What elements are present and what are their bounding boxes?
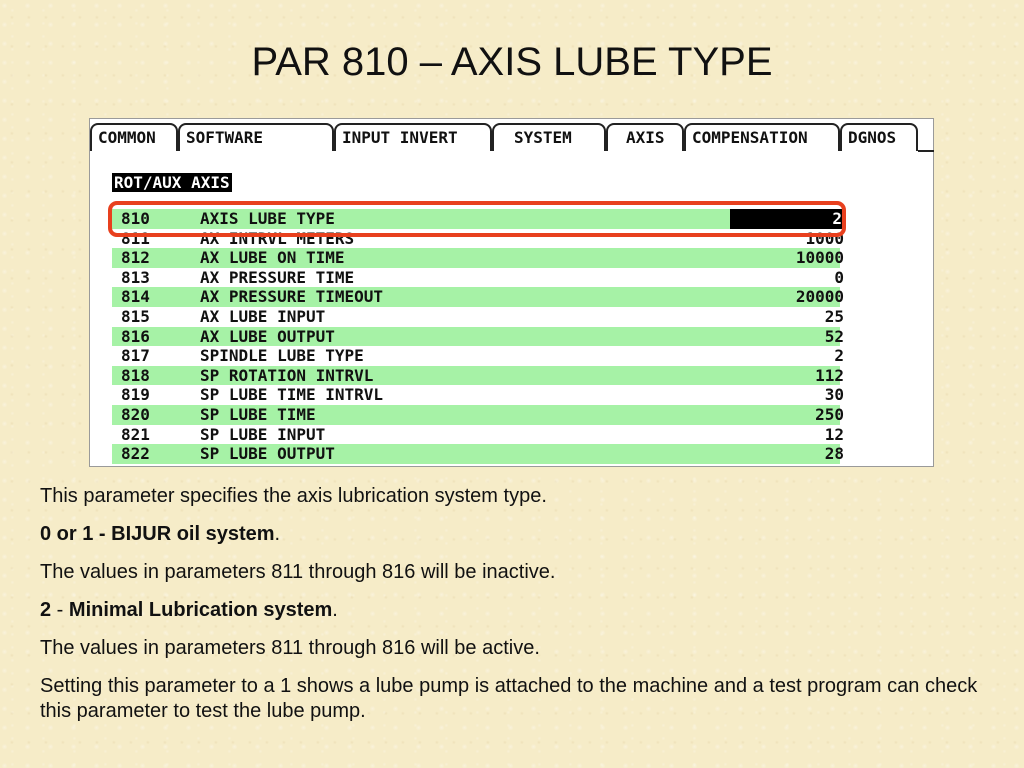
parameter-number: 817 (121, 346, 150, 366)
parameter-value: 2 (834, 346, 844, 366)
option-bijur-end: . (274, 523, 281, 545)
parameter-row-812[interactable]: 812 AX LUBE ON TIME 10000 (112, 248, 844, 268)
tab-system[interactable]: SYSTEM (492, 123, 606, 151)
parameter-row-819[interactable]: 819 SP LUBE TIME INTRVL 30 (112, 385, 844, 405)
description-line: The values in parameters 811 through 816… (40, 637, 540, 659)
section-label: ROT/AUX AXIS (112, 173, 232, 192)
control-screen: COMMON SOFTWARE INPUT INVERT SYSTEM AXIS… (89, 118, 934, 467)
parameter-value: 25 (824, 306, 844, 326)
parameter-value: 10000 (795, 248, 844, 268)
parameter-value: 28 (824, 444, 844, 464)
parameter-name: SPINDLE LUBE TYPE (200, 346, 364, 366)
parameter-number: 815 (121, 306, 150, 326)
parameter-number: 818 (121, 365, 150, 385)
parameter-row-822[interactable]: 822 SP LUBE OUTPUT 28 (112, 444, 844, 464)
parameter-name: AX PRESSURE TIMEOUT (200, 287, 384, 307)
parameter-name: AX LUBE OUTPUT (200, 326, 335, 346)
parameter-name: SP LUBE TIME (200, 404, 316, 424)
option-minimal: 2 - Minimal Lubrication system. (40, 598, 990, 623)
parameter-value: 0 (834, 267, 844, 287)
parameter-row-814[interactable]: 814 AX PRESSURE TIMEOUT 20000 (112, 287, 844, 307)
parameter-number: 814 (121, 287, 150, 307)
option-minimal-end: . (332, 599, 338, 621)
option-bijur: 0 or 1 - BIJUR oil system. (40, 522, 990, 547)
parameter-row-816[interactable]: 816 AX LUBE OUTPUT 52 (112, 326, 844, 347)
parameter-row-813[interactable]: 813 AX PRESSURE TIME 0 (112, 267, 844, 288)
option-minimal-sep: - (51, 599, 69, 621)
tab-axis[interactable]: AXIS (606, 123, 684, 151)
parameter-name: SP LUBE OUTPUT (200, 444, 335, 464)
description-line: Setting this parameter to a 1 shows a lu… (40, 675, 978, 722)
description-line: This parameter specifies the axis lubric… (40, 485, 547, 507)
parameter-value: 52 (824, 326, 844, 346)
parameter-value: 30 (824, 385, 844, 405)
parameter-number: 819 (121, 385, 150, 405)
parameter-name: SP ROTATION INTRVL (200, 365, 374, 385)
tab-input-invert[interactable]: INPUT INVERT (334, 123, 492, 151)
parameter-value: 250 (815, 404, 844, 424)
parameter-name: AX PRESSURE TIME (200, 267, 355, 287)
option-bijur-label: 0 or 1 - BIJUR oil system (40, 523, 275, 545)
parameter-number: 820 (121, 404, 150, 424)
parameter-number: 812 (121, 248, 150, 268)
option-minimal-label: Minimal Lubrication system (68, 599, 333, 621)
parameter-row-817[interactable]: 817 SPINDLE LUBE TYPE 2 (112, 346, 844, 366)
tab-common[interactable]: COMMON (90, 123, 178, 151)
parameter-value: 20000 (795, 287, 844, 307)
parameter-number: 816 (121, 326, 150, 346)
parameter-number: 821 (121, 424, 150, 444)
option-minimal-number: 2 (40, 599, 52, 621)
parameter-name: AX LUBE ON TIME (200, 248, 345, 268)
tab-software[interactable]: SOFTWARE (178, 123, 334, 151)
tab-baseline (918, 150, 934, 152)
parameter-name: SP LUBE INPUT (200, 424, 326, 444)
parameter-row-818[interactable]: 818 SP ROTATION INTRVL 112 (112, 365, 844, 386)
parameter-name: SP LUBE TIME INTRVL (200, 385, 384, 405)
tab-dgnos[interactable]: DGNOS (840, 123, 918, 151)
parameter-row-815[interactable]: 815 AX LUBE INPUT 25 (112, 306, 844, 327)
parameter-number: 822 (121, 444, 150, 464)
parameter-value: 12 (824, 424, 844, 444)
parameter-row-821[interactable]: 821 SP LUBE INPUT 12 (112, 424, 844, 445)
slide-title: PAR 810 – AXIS LUBE TYPE (251, 40, 773, 84)
callout-highlight (108, 201, 846, 237)
tab-compensation[interactable]: COMPENSATION (684, 123, 840, 151)
parameter-list: 810 AXIS LUBE TYPE 2 811 AX INTRVL METER… (112, 209, 844, 464)
tab-bar: COMMON SOFTWARE INPUT INVERT SYSTEM AXIS… (90, 119, 934, 152)
parameter-value: 112 (815, 365, 844, 385)
description: This parameter specifies the axis lubric… (40, 484, 990, 737)
parameter-number: 813 (121, 267, 150, 287)
parameter-row-820[interactable]: 820 SP LUBE TIME 250 (112, 404, 844, 425)
parameter-name: AX LUBE INPUT (200, 306, 326, 326)
description-line: The values in parameters 811 through 816… (40, 561, 556, 583)
